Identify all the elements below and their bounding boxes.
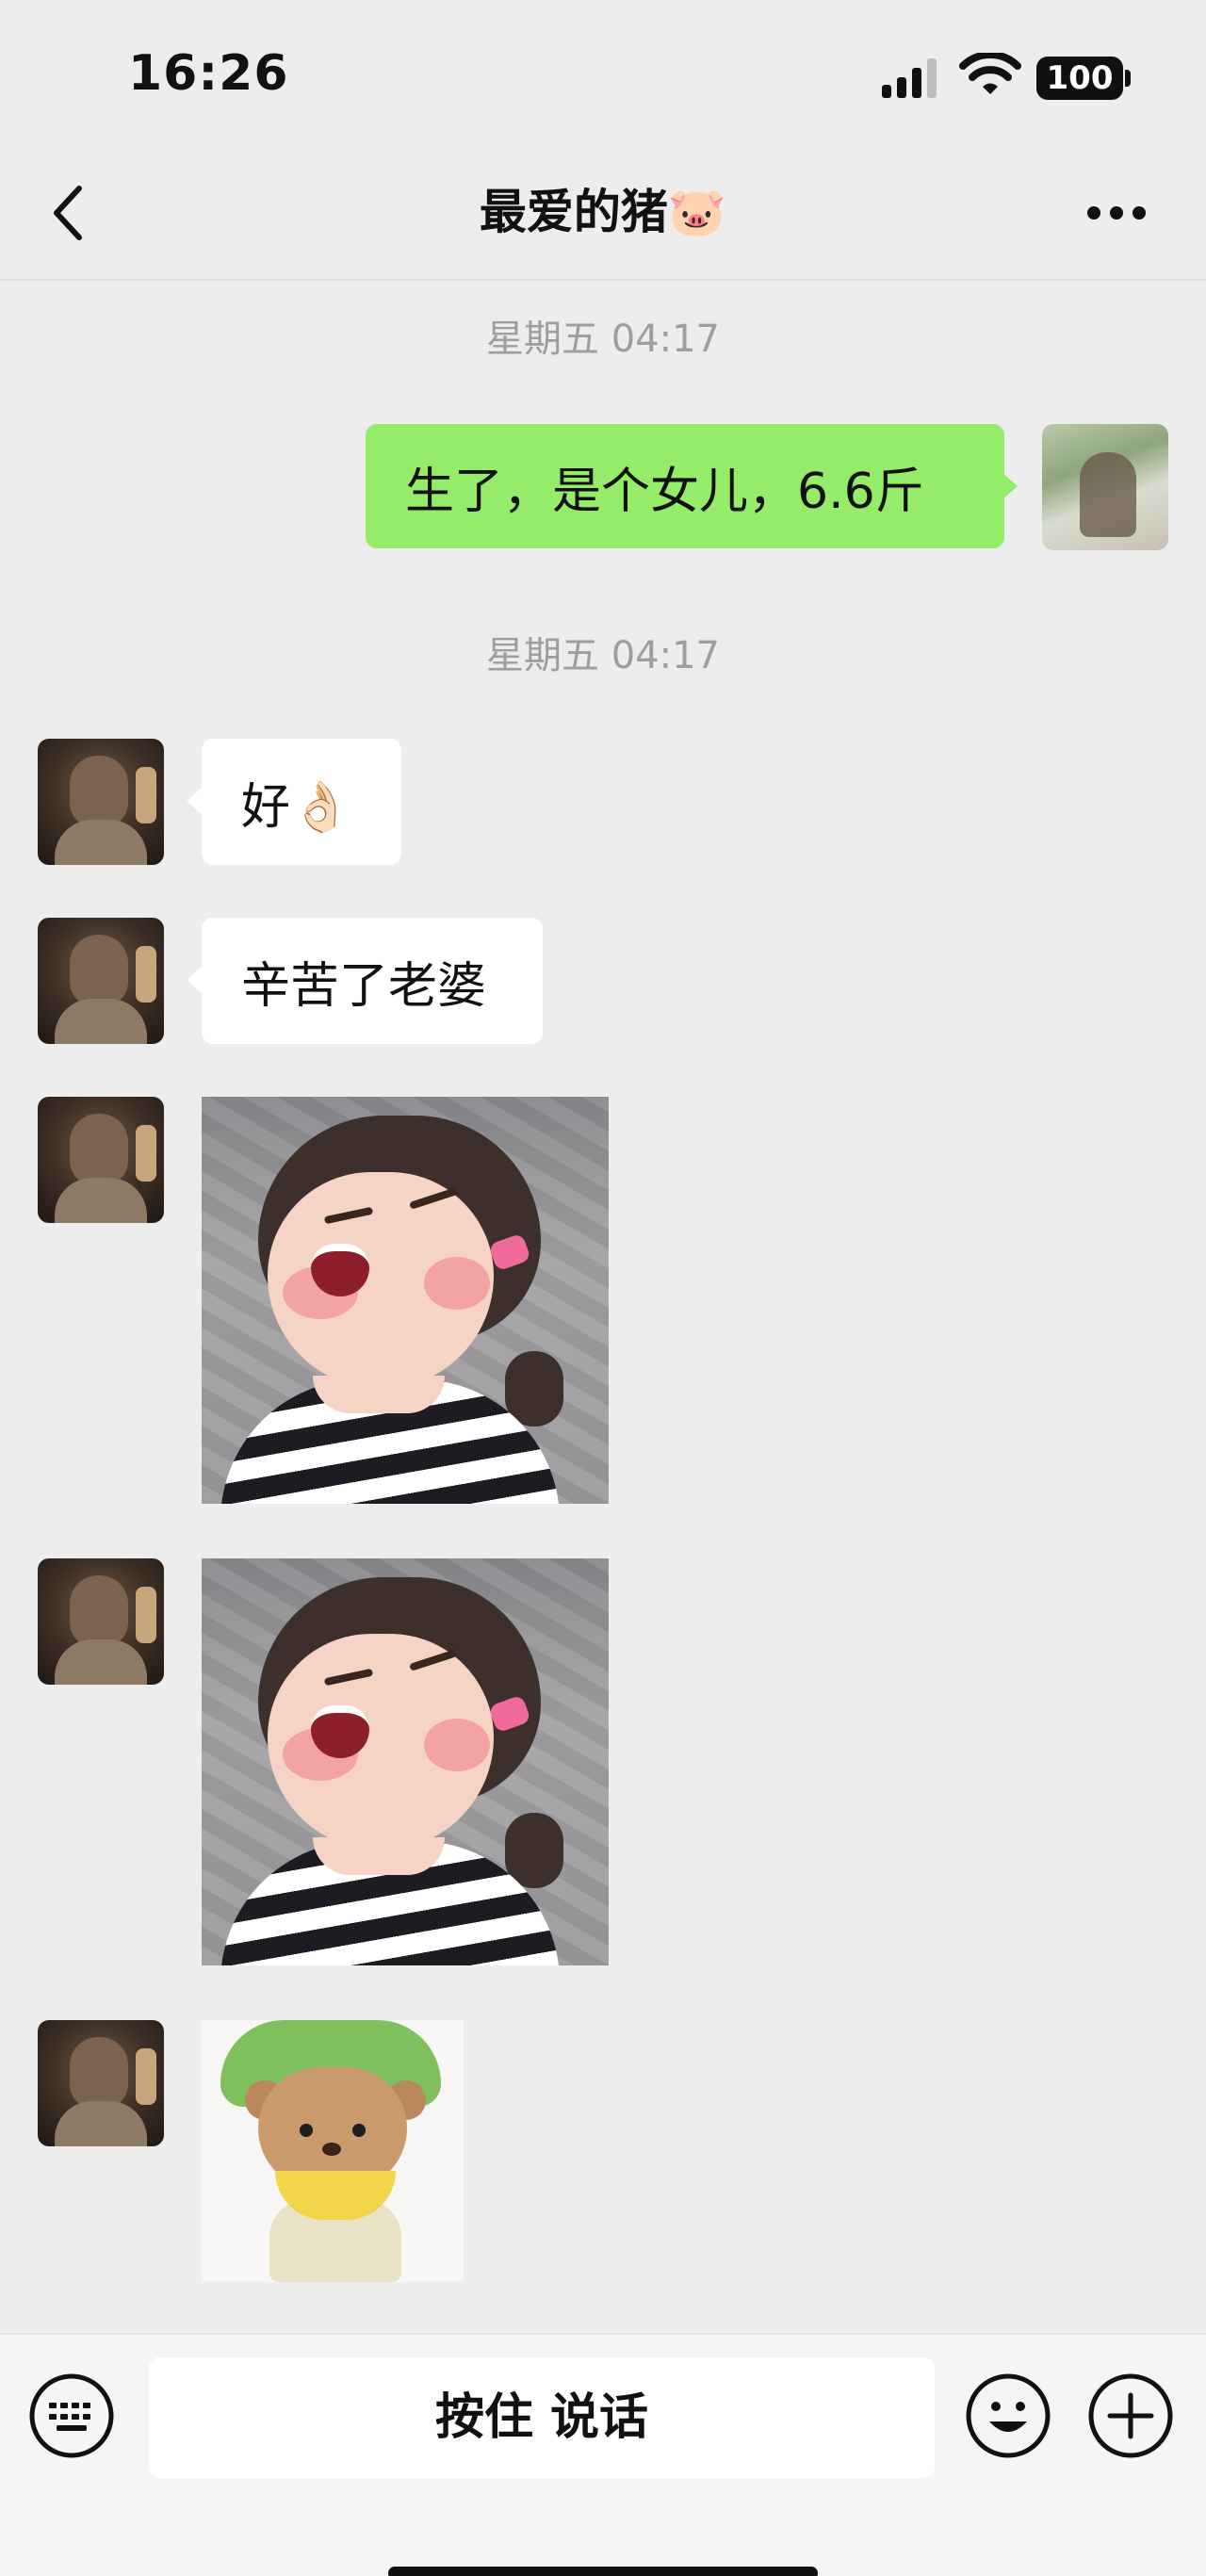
avatar-body [55, 999, 147, 1044]
message-text: 生了，是个女儿，6.6斤 [405, 463, 924, 520]
sticker-cheek [424, 1719, 490, 1771]
avatar-body [55, 1178, 147, 1223]
chat-title: 最爱的猪🐷 [479, 185, 727, 239]
avatar-face [70, 2037, 128, 2109]
emoji-icon[interactable] [965, 2372, 1051, 2459]
plus-icon[interactable] [1087, 2372, 1174, 2459]
contact-avatar[interactable] [38, 2020, 164, 2146]
back-chevron-icon[interactable] [49, 185, 87, 241]
contact-avatar[interactable] [38, 1097, 164, 1223]
avatar-face [70, 1575, 128, 1647]
battery-indicator: 100 [1036, 57, 1123, 100]
avatar-face [70, 1114, 128, 1185]
avatar-figure [1080, 452, 1136, 537]
avatar-light [136, 1587, 156, 1643]
bubble-tail [187, 967, 202, 993]
sticker-neck [313, 1376, 445, 1413]
sticker-eye [352, 2124, 366, 2137]
status-time: 16:26 [128, 45, 289, 102]
bubble-tail [187, 788, 202, 814]
message-bubble-received[interactable]: 辛苦了老婆 [202, 918, 543, 1044]
signal-icon [882, 58, 937, 98]
avatar-face [70, 756, 128, 827]
sticker-eye [300, 2124, 313, 2137]
battery-tip [1125, 70, 1131, 87]
message-text: 好👌🏻 [241, 778, 351, 836]
avatar-light [136, 767, 156, 823]
avatar-light [136, 2048, 156, 2105]
laughing-girl-sticker[interactable] [202, 1558, 609, 1965]
avatar-light [136, 946, 156, 1003]
sticker-neck [313, 1837, 445, 1875]
laughing-girl-sticker[interactable] [202, 1097, 609, 1504]
message-bubble-received[interactable]: 好👌🏻 [202, 739, 401, 865]
chat-screen: 16:26 100 最爱的猪🐷 星期五 04:17 生了，是个女儿，6.6斤 星… [0, 0, 1206, 2576]
timestamp: 星期五 04:17 [486, 634, 720, 677]
my-avatar[interactable] [1042, 424, 1168, 550]
avatar-body [55, 1639, 147, 1685]
sticker-cheek [424, 1257, 490, 1310]
status-bar: 16:26 100 [0, 0, 1206, 160]
timestamp: 星期五 04:17 [486, 318, 720, 361]
avatar-light [136, 1125, 156, 1182]
avatar-body [55, 2101, 147, 2146]
home-indicator [388, 2567, 818, 2576]
hold-to-talk-button[interactable]: 按住 说话 [149, 2357, 935, 2478]
avatar-body [55, 820, 147, 865]
keyboard-icon[interactable] [28, 2372, 115, 2459]
more-icon[interactable] [1085, 196, 1148, 230]
message-bubble-sent[interactable]: 生了，是个女儿，6.6斤 [366, 424, 1004, 548]
contact-avatar[interactable] [38, 918, 164, 1044]
bubble-tail [1002, 473, 1018, 499]
wifi-icon [959, 53, 1021, 94]
message-text: 辛苦了老婆 [241, 957, 487, 1015]
nav-divider [0, 279, 1206, 281]
bear-sticker[interactable] [202, 2020, 464, 2282]
sticker-nose [322, 2143, 341, 2156]
avatar-face [70, 935, 128, 1006]
sticker-pigtail [505, 1813, 563, 1888]
sticker-pigtail [505, 1351, 563, 1427]
contact-avatar[interactable] [38, 739, 164, 865]
contact-avatar[interactable] [38, 1558, 164, 1685]
